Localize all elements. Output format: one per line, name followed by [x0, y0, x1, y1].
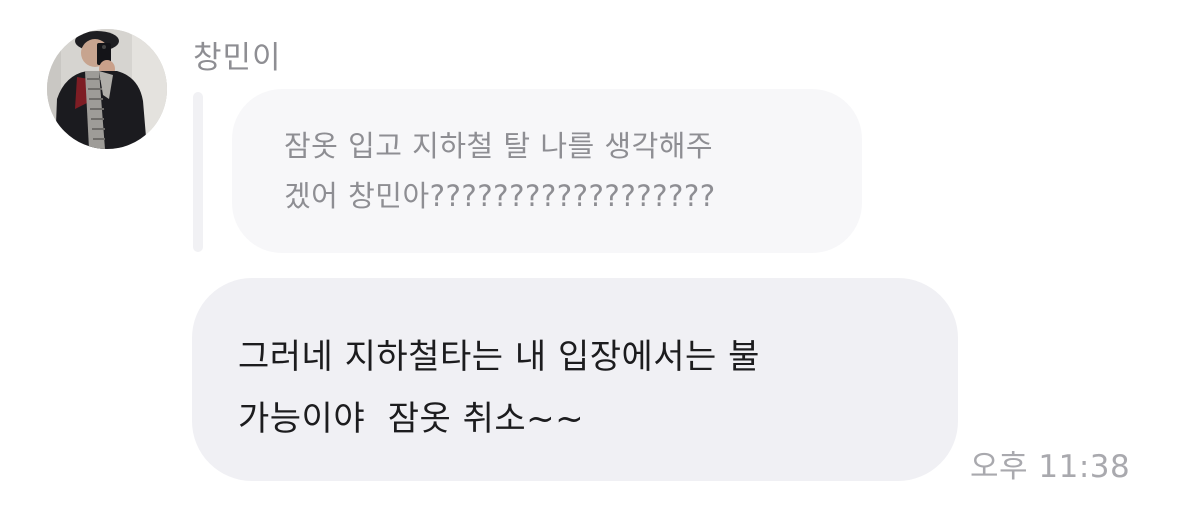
quoted-message-text: 잠옷 입고 지하철 탈 나를 생각해주 겠어 창민아??????????????…	[284, 129, 716, 213]
avatar-photo-icon	[47, 29, 167, 149]
message-bubble[interactable]: 그러네 지하철타는 내 입장에서는 불 가능이야 잠옷 취소~~	[192, 278, 958, 481]
sender-name: 창민이	[193, 40, 282, 76]
reply-indicator-bar	[193, 92, 203, 252]
sender-avatar[interactable]	[47, 29, 167, 149]
message-timestamp: 오후 11:38	[970, 449, 1131, 485]
chat-screen: 창민이 잠옷 입고 지하철 탈 나를 생각해주 겠어 창민아??????????…	[0, 0, 1200, 517]
quoted-message-bubble[interactable]: 잠옷 입고 지하철 탈 나를 생각해주 겠어 창민아??????????????…	[232, 89, 862, 253]
message-text: 그러네 지하철타는 내 입장에서는 불 가능이야 잠옷 취소~~	[238, 337, 760, 439]
